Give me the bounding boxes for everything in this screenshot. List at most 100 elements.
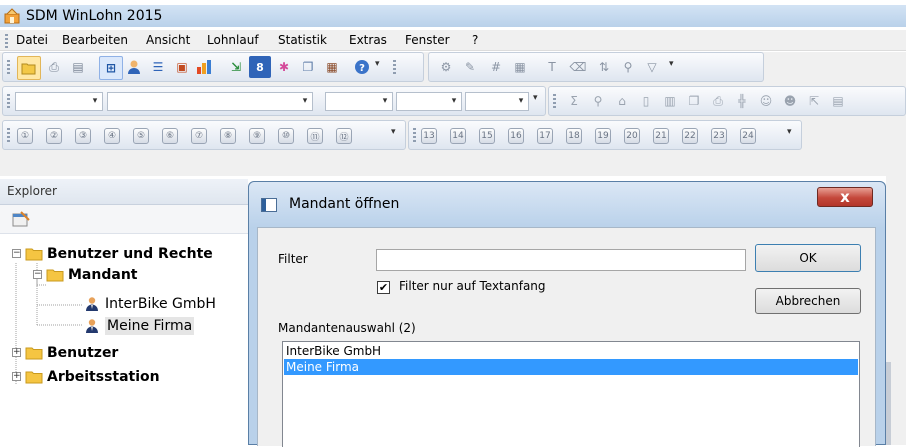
toolbar-grip[interactable] — [7, 60, 10, 76]
list-item[interactable]: InterBike GmbH — [284, 343, 858, 359]
expand-icon[interactable]: + — [12, 348, 21, 357]
house-icon[interactable]: ⌂ — [611, 90, 633, 112]
bar-chart-icon[interactable] — [193, 56, 215, 78]
toolbar-grip[interactable] — [7, 94, 10, 110]
menu-lohnlauf[interactable]: Lohnlauf — [207, 33, 259, 48]
filter-icon[interactable]: ▽ — [641, 56, 663, 78]
function-key-2-icon[interactable]: 14 — [450, 128, 466, 144]
function-key-10-icon[interactable]: ⑩ — [278, 128, 294, 144]
function-key-3-icon[interactable]: ③ — [75, 128, 91, 144]
user-add-icon[interactable]: ☻ — [779, 90, 801, 112]
list-item-selected[interactable]: Meine Firma — [284, 359, 858, 375]
text-icon[interactable]: T — [541, 56, 563, 78]
properties-icon[interactable] — [12, 211, 30, 227]
toolbar-grip[interactable] — [393, 60, 396, 76]
find-icon[interactable]: ⚲ — [617, 56, 639, 78]
toolbar-overflow-icon[interactable]: ▾ — [533, 93, 542, 115]
filter-prefix-label[interactable]: Filter nur auf Textanfang — [399, 279, 546, 293]
toolbar-grip[interactable] — [413, 128, 416, 144]
calendar-icon[interactable]: ▣ — [171, 56, 193, 78]
tree-node-benutzer-und-rechte[interactable]: − Benutzer und Rechte — [12, 244, 213, 264]
help-icon[interactable]: ? — [351, 56, 373, 78]
menu-ansicht[interactable]: Ansicht — [146, 33, 190, 48]
edit-icon[interactable]: ✎ — [459, 56, 481, 78]
function-key-12-icon[interactable]: ⑫ — [336, 128, 352, 144]
doc-icon[interactable]: ▯ — [635, 90, 657, 112]
tree-node-interbike[interactable]: InterBike GmbH — [84, 294, 216, 314]
export-icon[interactable]: ⇱ — [803, 90, 825, 112]
function-key-12-icon[interactable]: 24 — [740, 128, 756, 144]
function-key-6-icon[interactable]: ⑥ — [162, 128, 178, 144]
print-icon[interactable]: ⎙ — [707, 90, 729, 112]
formula-icon[interactable]: Σ — [563, 90, 585, 112]
function-key-7-icon[interactable]: ⑦ — [191, 128, 207, 144]
collapse-icon[interactable]: − — [12, 249, 21, 258]
expand-icon[interactable]: + — [12, 372, 21, 381]
puzzle-icon[interactable]: ✱ — [273, 56, 295, 78]
combo-4[interactable]: ▾ — [396, 92, 462, 111]
function-key-9-icon[interactable]: 21 — [653, 128, 669, 144]
function-key-11-icon[interactable]: 23 — [711, 128, 727, 144]
settings-icon[interactable]: ⚙ — [435, 56, 457, 78]
combo-1[interactable]: ▾ — [15, 92, 103, 111]
cancel-button[interactable]: Abbrechen — [755, 288, 861, 314]
filter-prefix-checkbox[interactable]: ✔ — [377, 281, 390, 294]
table-icon[interactable]: ▦ — [509, 56, 531, 78]
toolbar-overflow-icon[interactable]: ▾ — [375, 59, 384, 81]
sort-icon[interactable]: ⇅ — [593, 56, 615, 78]
combo-3[interactable]: ▾ — [325, 92, 393, 111]
grid-icon[interactable]: # — [485, 56, 507, 78]
collapse-icon[interactable]: − — [33, 270, 42, 279]
function-key-11-icon[interactable]: ⑪ — [307, 128, 323, 144]
toolbar-grip[interactable] — [7, 128, 10, 144]
function-key-1-icon[interactable]: ① — [17, 128, 33, 144]
tree-node-meine-firma[interactable]: Meine Firma — [84, 316, 195, 336]
function-key-9-icon[interactable]: ⑨ — [249, 128, 265, 144]
report-icon[interactable]: ▤ — [827, 90, 849, 112]
dialog-titlebar[interactable]: Mandant öffnen x — [249, 182, 885, 228]
print-icon[interactable]: ⎙ — [43, 56, 65, 78]
menu-fenster[interactable]: Fenster — [405, 33, 450, 48]
function-key-5-icon[interactable]: 17 — [537, 128, 553, 144]
table-icon[interactable]: ╬ — [731, 90, 753, 112]
open-icon[interactable] — [17, 56, 41, 80]
scrollbar[interactable] — [886, 362, 891, 445]
search-doc-icon[interactable]: ⚲ — [587, 90, 609, 112]
function-key-8-icon[interactable]: ⑧ — [220, 128, 236, 144]
filter-input[interactable] — [376, 249, 746, 271]
function-key-2-icon[interactable]: ② — [46, 128, 62, 144]
function-key-10-icon[interactable]: 22 — [682, 128, 698, 144]
toolbar-overflow-icon[interactable]: ▾ — [787, 127, 796, 149]
tree-node-benutzer[interactable]: + Benutzer — [12, 343, 118, 363]
menu-bearbeiten[interactable]: Bearbeiten — [62, 33, 128, 48]
menubar-grip[interactable] — [5, 34, 8, 48]
sheet-icon[interactable]: ▥ — [659, 90, 681, 112]
calculator-icon[interactable]: ▦ — [321, 56, 343, 78]
function-key-6-icon[interactable]: 18 — [566, 128, 582, 144]
function-key-5-icon[interactable]: ⑤ — [133, 128, 149, 144]
function-key-4-icon[interactable]: ④ — [104, 128, 120, 144]
toolbar-grip[interactable] — [553, 94, 556, 110]
user-edit-icon[interactable]: ☺ — [755, 90, 777, 112]
function-key-3-icon[interactable]: 15 — [479, 128, 495, 144]
preview-icon[interactable]: ▤ — [67, 56, 89, 78]
close-button[interactable]: x — [817, 187, 873, 207]
menu-help[interactable]: ? — [472, 33, 478, 48]
clear-icon[interactable]: ⌫ — [567, 56, 589, 78]
toolbar-overflow-icon[interactable]: ▾ — [391, 127, 400, 149]
mandant-list[interactable]: InterBike GmbH Meine Firma — [282, 341, 860, 447]
toolbar-overflow-icon[interactable]: ▾ — [669, 59, 678, 81]
tree-node-mandant[interactable]: − Mandant — [33, 265, 137, 285]
tree-view-icon[interactable]: ⊞ — [99, 56, 123, 80]
menu-statistik[interactable]: Statistik — [278, 33, 327, 48]
function-key-4-icon[interactable]: 16 — [508, 128, 524, 144]
users-icon[interactable] — [123, 56, 145, 78]
function-key-7-icon[interactable]: 19 — [595, 128, 611, 144]
menu-extras[interactable]: Extras — [349, 33, 387, 48]
copy-icon[interactable]: ❐ — [297, 56, 319, 78]
ok-button[interactable]: OK — [755, 244, 861, 272]
tree-node-arbeitsstation[interactable]: + Arbeitsstation — [12, 367, 160, 387]
number-8-icon[interactable]: 8 — [249, 56, 271, 78]
combo-5[interactable]: ▾ — [465, 92, 529, 111]
copy-icon[interactable]: ❐ — [683, 90, 705, 112]
